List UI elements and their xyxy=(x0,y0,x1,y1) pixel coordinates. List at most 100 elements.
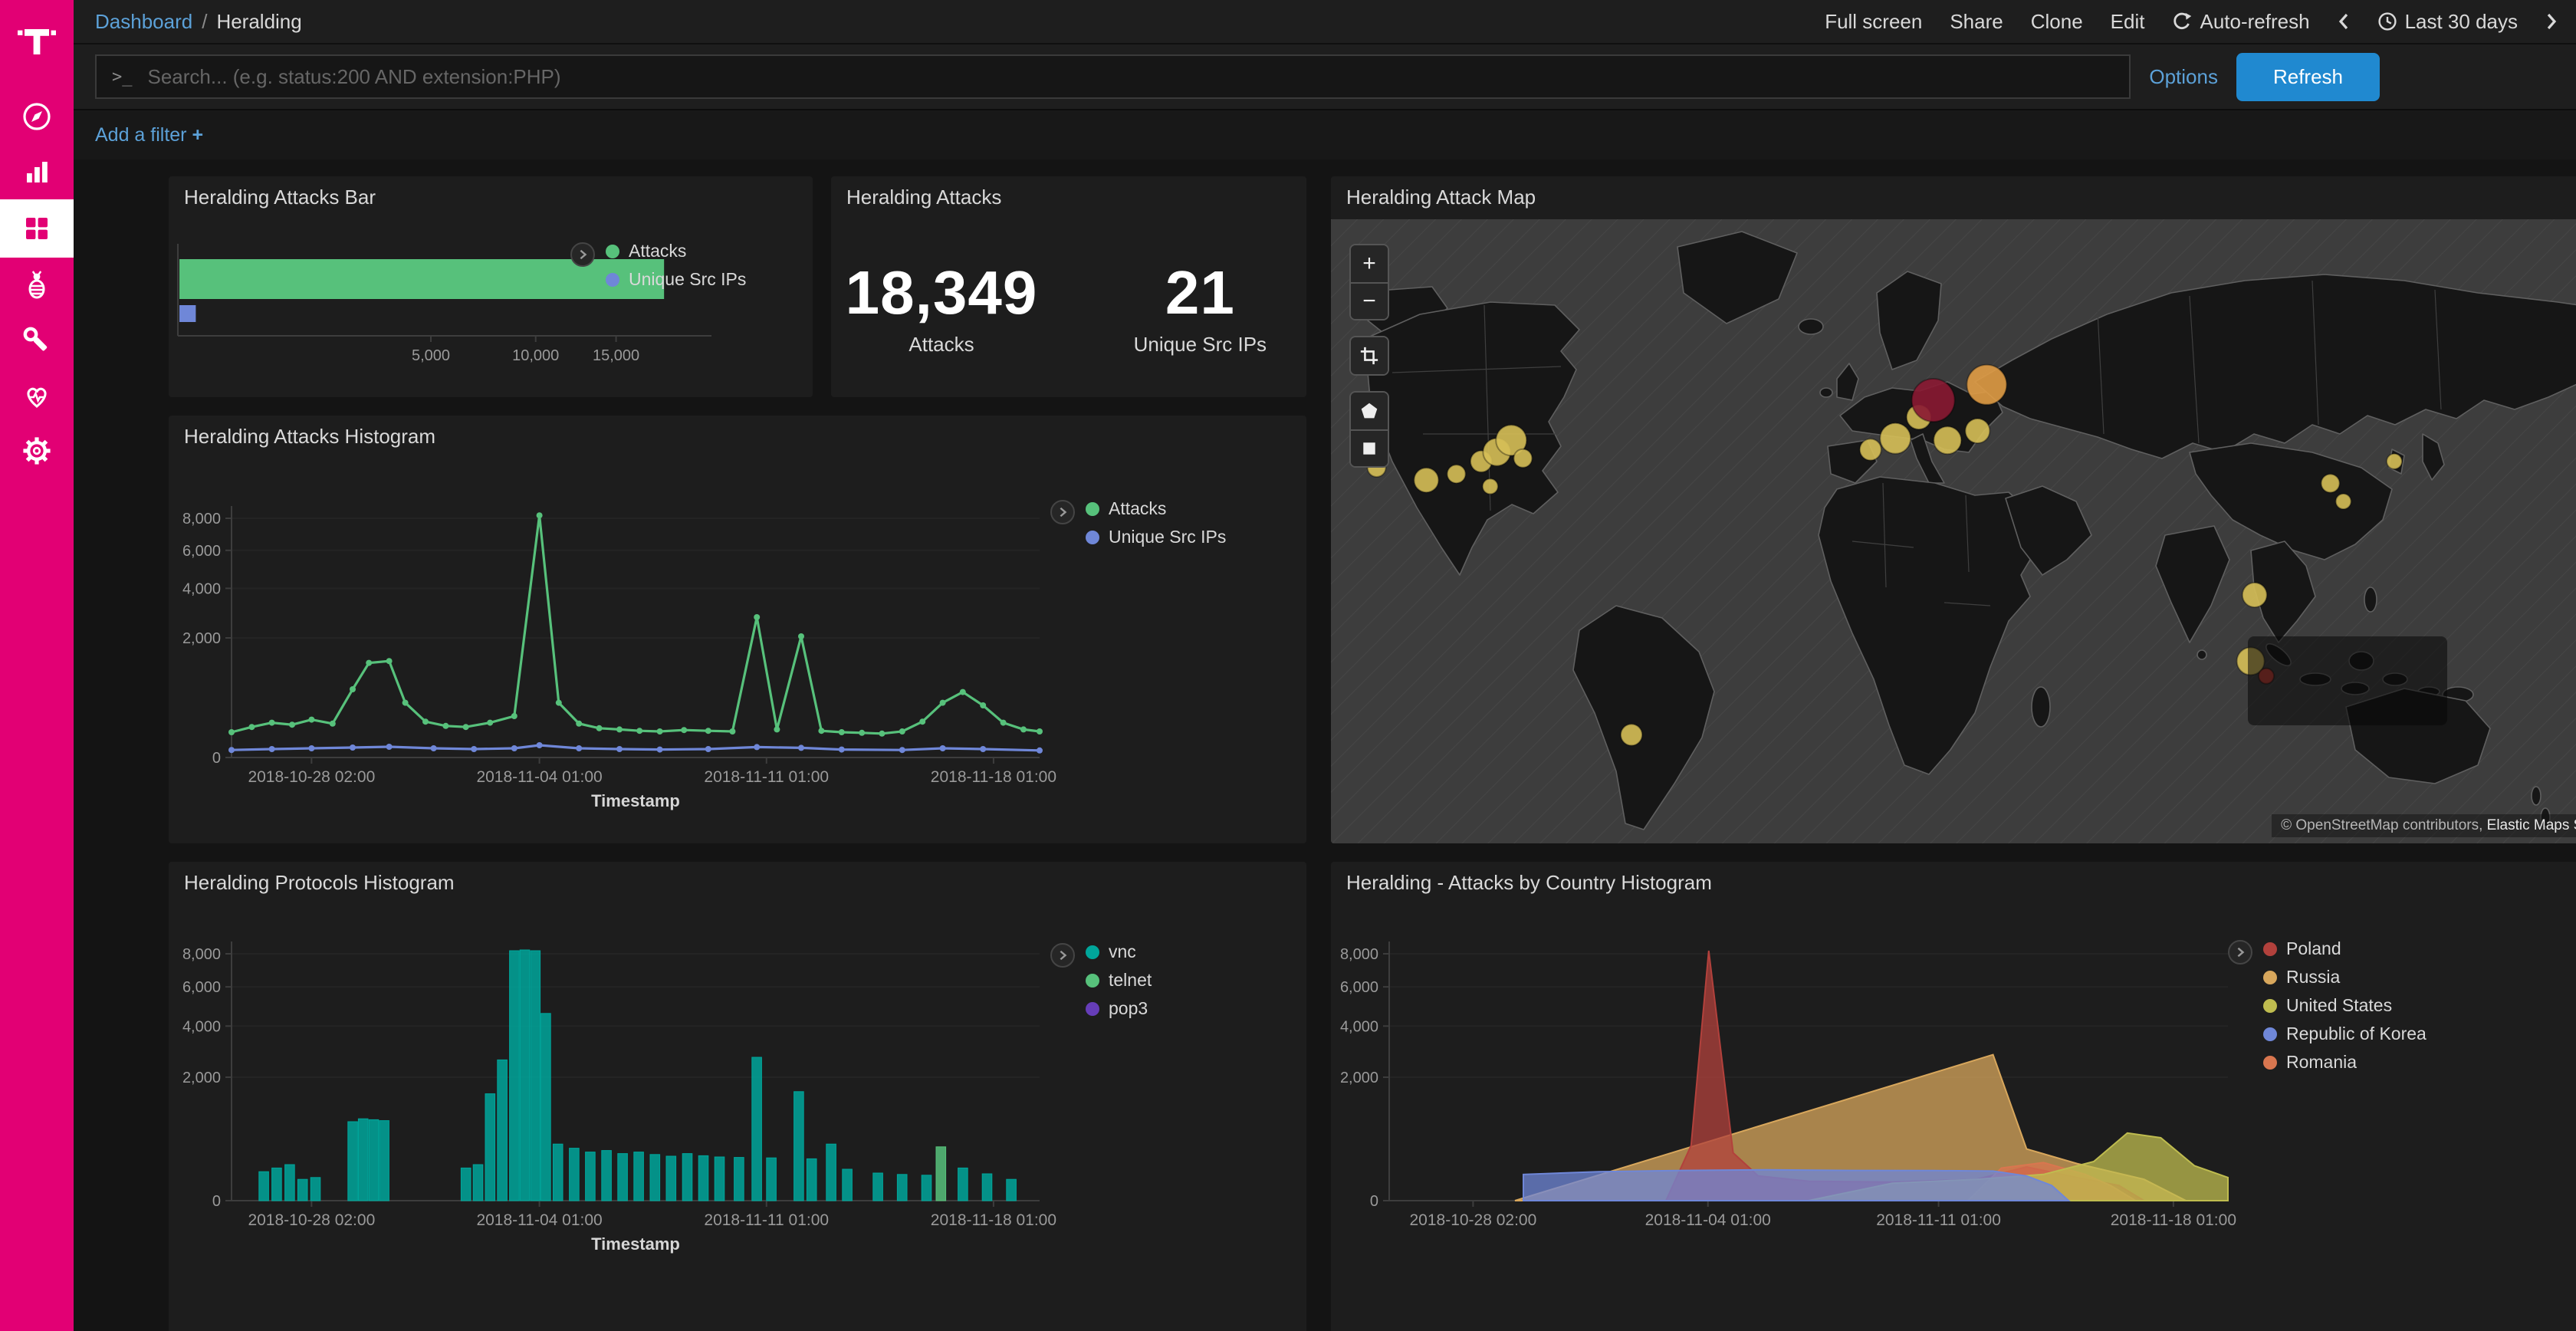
search-input[interactable] xyxy=(145,64,2114,90)
legend-toggle-icon[interactable] xyxy=(570,242,595,267)
map-legend-row xyxy=(2260,704,2435,718)
sidebar-item-discover[interactable] xyxy=(0,89,74,144)
dashboard-grid-icon xyxy=(21,213,52,244)
legend-label: Attacks xyxy=(1109,498,1166,519)
svg-text:2018-10-28 02:00: 2018-10-28 02:00 xyxy=(248,768,375,786)
chevron-right-icon xyxy=(2545,12,2558,31)
legend-toggle-icon[interactable] xyxy=(2228,940,2252,965)
legend-item[interactable]: Attacks xyxy=(1086,498,1226,519)
clone-button[interactable]: Clone xyxy=(2031,10,2083,34)
attacks-bar-legend: Attacks Unique Src IPs xyxy=(570,241,746,290)
legend-item[interactable]: telnet xyxy=(1086,970,1152,991)
legend-toggle-icon[interactable] xyxy=(1050,943,1075,968)
svg-text:2018-11-18 01:00: 2018-11-18 01:00 xyxy=(931,768,1056,786)
elastic-maps-attribution[interactable]: Elastic Maps Service xyxy=(2487,817,2576,833)
panel-protocols-histogram: Heralding Protocols Histogram 02,0004,00… xyxy=(169,862,1306,1331)
main-area: Dashboard / Heralding Full screen Share … xyxy=(74,0,2576,1331)
svg-text:2,000: 2,000 xyxy=(1340,1070,1378,1086)
legend-color-dot xyxy=(606,273,619,287)
legend-color-dot xyxy=(1086,945,1099,959)
map-zoom-out-button[interactable]: − xyxy=(1351,282,1388,319)
legend-label: Attacks xyxy=(629,241,686,261)
metric-row: 18,349 Attacks 21 Unique Src IPs xyxy=(831,216,1306,397)
sidebar-item-dashboard[interactable] xyxy=(0,199,74,258)
breadcrumb-dashboard-link[interactable]: Dashboard xyxy=(95,10,192,34)
panel-title: Heralding Protocols Histogram xyxy=(169,862,1306,902)
map-fit-bounds-button[interactable] xyxy=(1351,337,1388,374)
legend-item[interactable]: Attacks xyxy=(606,241,746,261)
map-draw-polygon-button[interactable] xyxy=(1351,393,1388,429)
time-back-button[interactable] xyxy=(2338,12,2350,31)
legend-item[interactable]: Romania xyxy=(2263,1052,2426,1073)
sidebar-item-monitoring[interactable] xyxy=(0,368,74,423)
protocols-histogram-legend: vnc telnet pop3 xyxy=(1050,942,1152,1019)
svg-text:15,000: 15,000 xyxy=(593,347,639,364)
map-legend-row xyxy=(2260,662,2435,676)
breadcrumb-current: Heralding xyxy=(216,10,301,34)
map-draw-rect-button[interactable] xyxy=(1351,429,1388,466)
legend-item[interactable]: vnc xyxy=(1086,942,1152,962)
rectangle-tool-icon xyxy=(1360,439,1378,458)
share-button[interactable]: Share xyxy=(1950,10,2003,34)
sidebar-item-visualize[interactable] xyxy=(0,144,74,199)
map-legend-row xyxy=(2260,676,2435,690)
plus-icon: + xyxy=(192,124,203,146)
osm-attribution[interactable]: © OpenStreetMap contributors, xyxy=(2281,817,2482,833)
legend-item[interactable]: United States xyxy=(2263,995,2426,1016)
svg-text:8,000: 8,000 xyxy=(1340,946,1378,963)
legend-item[interactable]: pop3 xyxy=(1086,998,1152,1019)
add-filter-label: Add a filter xyxy=(95,124,187,146)
svg-text:2018-11-18 01:00: 2018-11-18 01:00 xyxy=(2111,1211,2236,1229)
metric-label: Unique Src IPs xyxy=(1108,333,1292,357)
svg-text:4,000: 4,000 xyxy=(182,580,221,597)
sidebar-item-tpot[interactable] xyxy=(0,258,74,313)
chevron-left-icon xyxy=(2338,12,2350,31)
refresh-button[interactable]: Refresh xyxy=(2236,53,2380,101)
svg-text:2,000: 2,000 xyxy=(182,630,221,647)
add-filter-link[interactable]: Add a filter + xyxy=(95,124,203,146)
query-options-link[interactable]: Options xyxy=(2149,65,2218,89)
time-forward-button[interactable] xyxy=(2545,12,2558,31)
svg-text:2018-11-04 01:00: 2018-11-04 01:00 xyxy=(476,768,602,786)
panel-title: Heralding Attack Map xyxy=(1331,176,2576,216)
legend-color-dot xyxy=(2260,662,2274,676)
world-map[interactable]: + − xyxy=(1331,219,2576,843)
edit-button[interactable]: Edit xyxy=(2111,10,2145,34)
legend-color-dot xyxy=(2263,1056,2277,1070)
terminal-prompt-icon: >_ xyxy=(112,67,133,87)
legend-label: Republic of Korea xyxy=(2286,1024,2426,1044)
auto-refresh-button[interactable]: Auto-refresh xyxy=(2172,10,2309,34)
telekom-logo[interactable] xyxy=(0,0,74,80)
panel-title: Heralding Attacks Histogram xyxy=(169,416,1306,455)
world-map-svg xyxy=(1331,219,2576,843)
legend-toggle-icon[interactable] xyxy=(1050,500,1075,524)
svg-text:5,000: 5,000 xyxy=(412,347,450,364)
svg-text:6,000: 6,000 xyxy=(1340,979,1378,996)
wrench-icon xyxy=(21,325,52,356)
compass-icon xyxy=(21,101,52,132)
legend-label: Russia xyxy=(2286,967,2340,988)
legend-item[interactable]: Poland xyxy=(2263,938,2426,959)
legend-item[interactable]: Unique Src IPs xyxy=(1086,527,1226,547)
legend-item[interactable]: Unique Src IPs xyxy=(606,269,746,290)
svg-text:2018-11-18 01:00: 2018-11-18 01:00 xyxy=(931,1211,1056,1229)
polygon-tool-icon xyxy=(1360,402,1378,420)
legend-item[interactable]: Republic of Korea xyxy=(2263,1024,2426,1044)
legend-item[interactable]: Russia xyxy=(2263,967,2426,988)
map-legend-row xyxy=(2260,649,2435,662)
sidebar-item-tools[interactable] xyxy=(0,313,74,368)
sidebar-item-management[interactable] xyxy=(0,423,74,478)
map-zoom-in-button[interactable]: + xyxy=(1351,245,1388,282)
legend-label: Romania xyxy=(2286,1052,2357,1073)
panel-title: Heralding Attacks xyxy=(831,176,1306,216)
svg-text:10,000: 10,000 xyxy=(512,347,559,364)
refresh-arrow-icon xyxy=(2172,12,2192,31)
search-bar-row: >_ Options Refresh xyxy=(74,44,2576,110)
metric-attacks: 18,349 Attacks xyxy=(846,258,1038,357)
svg-text:2,000: 2,000 xyxy=(182,1070,221,1086)
legend-label: Poland xyxy=(2286,938,2341,959)
time-range-button[interactable]: Last 30 days xyxy=(2377,10,2518,34)
panel-title: Heralding Attacks Bar xyxy=(169,176,813,216)
legend-color-dot xyxy=(2260,676,2274,690)
full-screen-button[interactable]: Full screen xyxy=(1825,10,1922,34)
